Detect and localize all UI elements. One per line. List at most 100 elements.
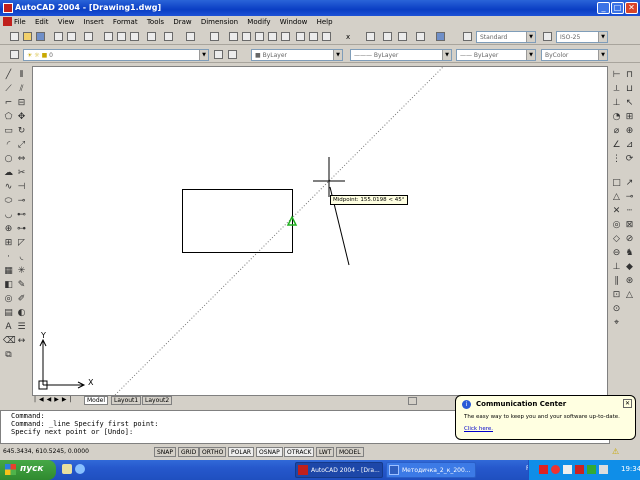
trim-icon[interactable]: ✂: [16, 168, 27, 179]
quicklaunch-explorer-icon[interactable]: [62, 464, 72, 474]
ellipse-arc-icon[interactable]: ◡: [3, 210, 14, 221]
construction-line-icon[interactable]: ⟋: [3, 84, 14, 95]
new-icon[interactable]: [10, 32, 19, 41]
autocad-app-icon[interactable]: [3, 3, 13, 13]
balloon-close-button[interactable]: ✕: [623, 399, 632, 408]
menu-tools[interactable]: Tools: [147, 18, 164, 26]
menu-file[interactable]: File: [14, 18, 26, 26]
menu-window[interactable]: Window: [280, 18, 308, 26]
drawing-canvas[interactable]: Y X Midpoint: 155.0198 < 45°: [32, 66, 608, 396]
grid-toggle[interactable]: GRID: [178, 447, 200, 457]
circle-icon[interactable]: ○: [3, 154, 14, 165]
lineweight-dropdown[interactable]: —— ByLayer ▼: [456, 49, 536, 61]
copy-object-icon[interactable]: ⧉: [3, 350, 14, 361]
region-icon[interactable]: ◎: [3, 294, 14, 305]
list-icon[interactable]: ☰: [16, 322, 27, 333]
tab-layout2[interactable]: Layout2: [142, 396, 173, 405]
markup-icon[interactable]: [322, 32, 331, 41]
multiline-text-icon[interactable]: A: [3, 322, 14, 333]
snap-center-icon[interactable]: ◎: [611, 220, 622, 231]
break-icon[interactable]: ⊷: [16, 210, 27, 221]
properties-match-icon[interactable]: ◐: [16, 308, 27, 319]
snap-toggle[interactable]: SNAP: [154, 447, 177, 457]
communication-center-icon[interactable]: ⚠: [612, 447, 619, 456]
snap-parallel-icon[interactable]: ∥: [611, 276, 622, 287]
tray-update-icon[interactable]: [587, 465, 596, 474]
osnap-toggle[interactable]: OSNAP: [256, 447, 283, 457]
design-center-icon[interactable]: [281, 32, 290, 41]
tab-nav-arrows-icon[interactable]: |◀◀▶▶|: [34, 396, 75, 403]
properties-icon[interactable]: [268, 32, 277, 41]
otrack-toggle[interactable]: OTRACK: [284, 447, 315, 457]
snap-quadrant-icon[interactable]: ◇: [611, 234, 622, 245]
dbconnect-icon[interactable]: [309, 32, 318, 41]
help-icon[interactable]: [436, 32, 445, 41]
undo-icon[interactable]: [164, 32, 173, 41]
menu-help[interactable]: Help: [317, 18, 333, 26]
pan-icon[interactable]: [210, 32, 219, 41]
snap-icon[interactable]: [366, 32, 375, 41]
taskbar-word-item[interactable]: Методичка_2_к_200...: [386, 462, 476, 478]
balloon-link[interactable]: Click here.: [464, 426, 493, 432]
edit-text-icon[interactable]: ✐: [16, 294, 27, 305]
layer-dropdown[interactable]: ☀ ☼ ■ 0 ▼: [23, 49, 209, 61]
explode-icon[interactable]: ✳: [16, 266, 27, 277]
snap-midpoint-icon[interactable]: △: [611, 192, 622, 203]
redo-icon[interactable]: [186, 32, 195, 41]
tool-palettes-icon[interactable]: [296, 32, 305, 41]
extend-icon[interactable]: ⊣: [16, 182, 27, 193]
minimize-button[interactable]: _: [597, 2, 610, 14]
move-icon[interactable]: ✥: [16, 112, 27, 123]
ellipse-icon[interactable]: ⬭: [3, 196, 14, 207]
tray-security-icon[interactable]: [551, 465, 560, 474]
point-icon[interactable]: ·: [3, 252, 14, 263]
erase-icon[interactable]: ⌫: [3, 336, 16, 347]
coordinates-readout[interactable]: 645.3434, 610.5245, 0.0000: [3, 448, 89, 455]
snap-apparent-icon[interactable]: ⊠: [624, 220, 635, 231]
quick-dimension-icon[interactable]: ⋮: [611, 154, 622, 165]
model-toggle[interactable]: MODEL: [336, 447, 364, 457]
stretch-icon[interactable]: ⇔: [16, 154, 27, 165]
tray-adobe-icon[interactable]: [575, 465, 584, 474]
center-mark-icon[interactable]: ⊕: [624, 126, 635, 137]
snap-insert-icon[interactable]: ⊡: [611, 290, 622, 301]
snap-from-icon[interactable]: ⊸: [624, 192, 635, 203]
grid-icon[interactable]: [398, 32, 407, 41]
document-icon[interactable]: [3, 17, 12, 26]
open-icon[interactable]: [23, 32, 32, 41]
tolerance-icon[interactable]: ⊞: [624, 112, 635, 123]
layer-manager-icon[interactable]: [10, 50, 19, 59]
rectangle-shape[interactable]: [182, 189, 293, 253]
snap-perpendicular-icon[interactable]: ⊥: [611, 262, 622, 273]
dimension-continue-icon[interactable]: ⊔: [624, 84, 635, 95]
menu-format[interactable]: Format: [113, 18, 138, 26]
temp-track-icon[interactable]: ↗: [624, 178, 635, 189]
layers-icon[interactable]: [383, 32, 392, 41]
ordinate-dimension-icon[interactable]: ⊥: [611, 98, 622, 109]
dimension-baseline-icon[interactable]: ⊓: [624, 70, 635, 81]
snap-endpoint-icon[interactable]: □: [611, 178, 622, 189]
dim-style-dropdown[interactable]: ISO-25 ▼: [556, 31, 608, 43]
taskbar-autocad-item[interactable]: AutoCAD 2004 - [Dra...: [295, 462, 383, 478]
copy-icon[interactable]: [104, 32, 113, 41]
tab-layout1[interactable]: Layout1: [111, 396, 142, 405]
menu-draw[interactable]: Draw: [173, 18, 191, 26]
maximize-button[interactable]: □: [611, 2, 624, 14]
radius-dimension-icon[interactable]: ◔: [611, 112, 622, 123]
communication-center-balloon[interactable]: i Communication Center ✕ The easy way to…: [455, 395, 636, 440]
diameter-dimension-icon[interactable]: ⌀: [611, 126, 622, 137]
menu-edit[interactable]: Edit: [35, 18, 49, 26]
block-icon[interactable]: [416, 32, 425, 41]
make-block-icon[interactable]: ⊞: [3, 238, 14, 249]
spline-icon[interactable]: ∿: [3, 182, 14, 193]
tray-network-icon[interactable]: [563, 465, 572, 474]
menu-modify[interactable]: Modify: [247, 18, 270, 26]
zoom-realtime-icon[interactable]: [229, 32, 238, 41]
revision-cloud-icon[interactable]: ☁: [3, 168, 14, 179]
linear-dimension-icon[interactable]: ⊢: [611, 70, 622, 81]
plot-style-dropdown[interactable]: ByColor ▼: [541, 49, 608, 61]
quickcalc-x-label[interactable]: x: [346, 33, 350, 41]
menu-view[interactable]: View: [58, 18, 75, 26]
snap-warning-icon[interactable]: △: [624, 290, 635, 301]
rotate-icon[interactable]: ↻: [16, 126, 27, 137]
